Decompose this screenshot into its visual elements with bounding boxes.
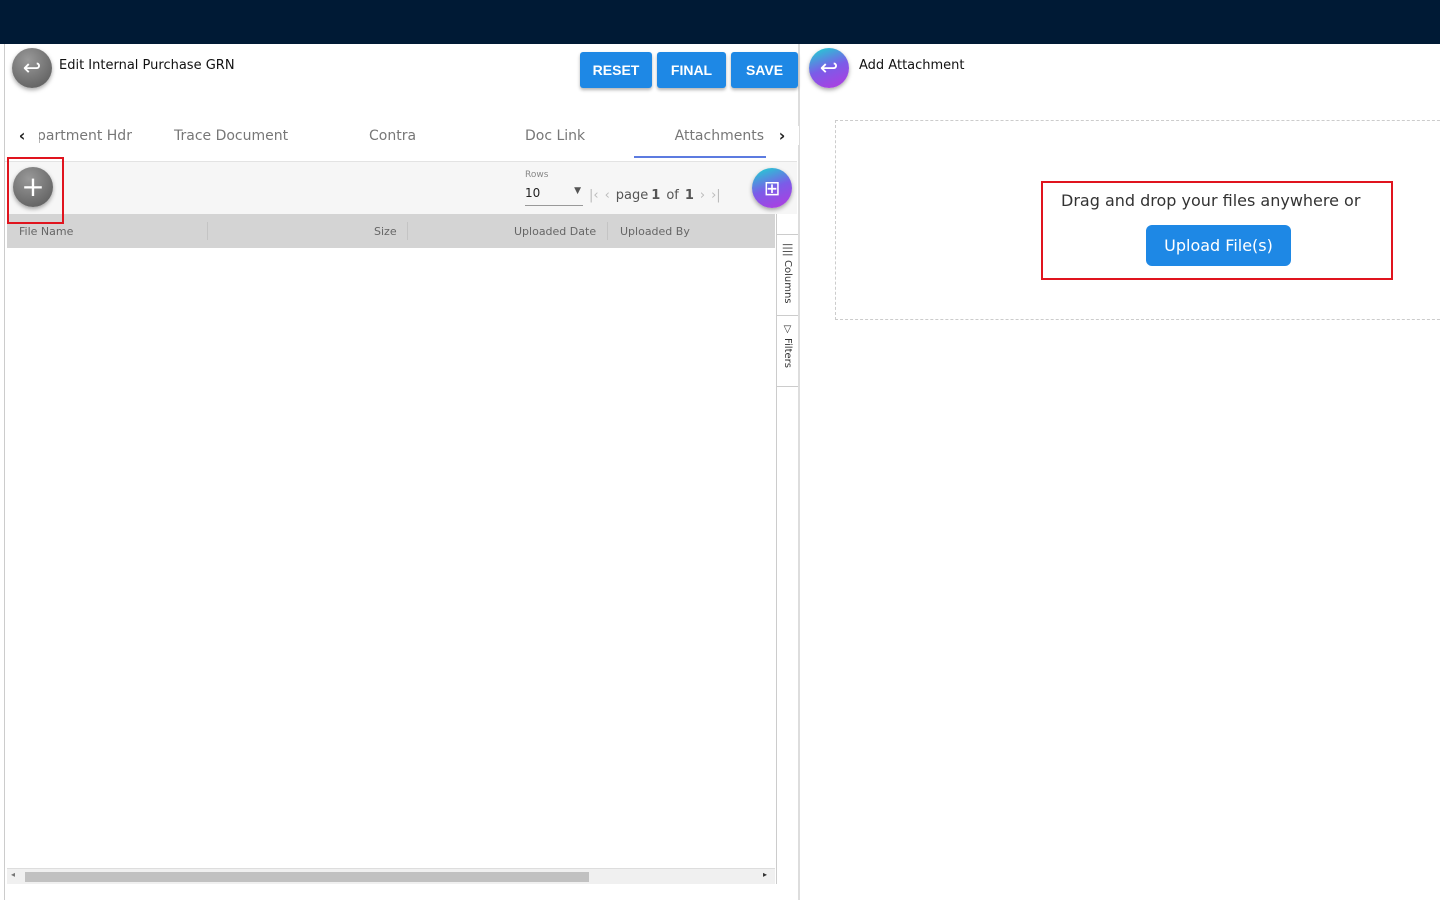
top-bar — [0, 0, 1440, 44]
of-label: of — [666, 188, 679, 203]
scroll-thumb[interactable] — [25, 872, 589, 882]
tab-department-hdr[interactable]: partment Hdr — [37, 128, 132, 144]
dropdown-caret-icon: ▼ — [574, 186, 581, 196]
tab-contra[interactable]: Contra — [369, 128, 416, 144]
final-button[interactable]: FINAL — [657, 52, 726, 88]
horizontal-scrollbar[interactable]: ◂ ▸ — [7, 868, 775, 884]
current-page: 1 — [651, 188, 661, 203]
grid-toolbar: + Rows 10 ▼ |‹ ‹ page 1 of 1 › ›| ⊞ — [7, 162, 797, 214]
filter-icon: ▽ — [782, 324, 793, 335]
tabs-next-chevron-icon[interactable]: › — [765, 126, 799, 145]
attachment-back-button[interactable]: ↩ — [809, 48, 849, 88]
grid-icon: ⊞ — [763, 176, 781, 200]
last-page-icon[interactable]: ›| — [711, 188, 721, 203]
columns-label: Columns — [782, 259, 793, 304]
grn-edit-panel: ↩ Edit Internal Purchase GRN RESET FINAL… — [4, 44, 800, 900]
scroll-right-icon[interactable]: ▸ — [763, 870, 767, 879]
col-file-name[interactable]: File Name — [19, 225, 73, 238]
columns-icon: |||| — [782, 243, 793, 257]
total-pages: 1 — [684, 188, 694, 203]
table-header: File Name Size Uploaded Date Uploaded By — [7, 214, 775, 248]
tab-bar: partment Hdr Trace Document Contra Doc L… — [5, 116, 799, 162]
filters-label: Filters — [782, 338, 793, 369]
highlight-box — [7, 157, 64, 224]
highlight-box — [1041, 181, 1393, 280]
scroll-left-icon[interactable]: ◂ — [11, 870, 15, 879]
columns-panel-tab[interactable]: |||| Columns — [777, 234, 798, 316]
rows-select[interactable]: 10 ▼ — [525, 186, 583, 206]
first-page-icon[interactable]: |‹ — [589, 188, 599, 203]
col-size[interactable]: Size — [374, 225, 397, 238]
rows-label: Rows — [525, 170, 549, 180]
grid-side-bar: |||| Columns ▽ Filters — [776, 214, 798, 884]
back-button[interactable]: ↩ — [12, 48, 52, 88]
grid-view-button[interactable]: ⊞ — [752, 168, 792, 208]
back-arrow-icon: ↩ — [819, 55, 839, 81]
back-arrow-icon: ↩ — [22, 55, 42, 81]
tab-trace-document[interactable]: Trace Document — [174, 128, 288, 144]
reset-button[interactable]: RESET — [580, 52, 652, 88]
col-uploaded-by[interactable]: Uploaded By — [620, 225, 690, 238]
prev-page-icon[interactable]: ‹ — [605, 188, 610, 203]
attachment-title: Add Attachment — [859, 58, 965, 73]
tab-doc-link[interactable]: Doc Link — [525, 128, 585, 144]
page-label: page — [615, 188, 649, 203]
filters-panel-tab[interactable]: ▽ Filters — [777, 315, 798, 387]
page-title: Edit Internal Purchase GRN — [59, 58, 235, 73]
tab-attachments[interactable]: Attachments — [634, 128, 766, 158]
col-uploaded-date[interactable]: Uploaded Date — [514, 225, 596, 238]
tabs-prev-chevron-icon[interactable]: ‹ — [5, 126, 39, 145]
next-page-icon[interactable]: › — [700, 188, 705, 203]
save-button[interactable]: SAVE — [731, 52, 798, 88]
rows-value: 10 — [525, 186, 541, 200]
